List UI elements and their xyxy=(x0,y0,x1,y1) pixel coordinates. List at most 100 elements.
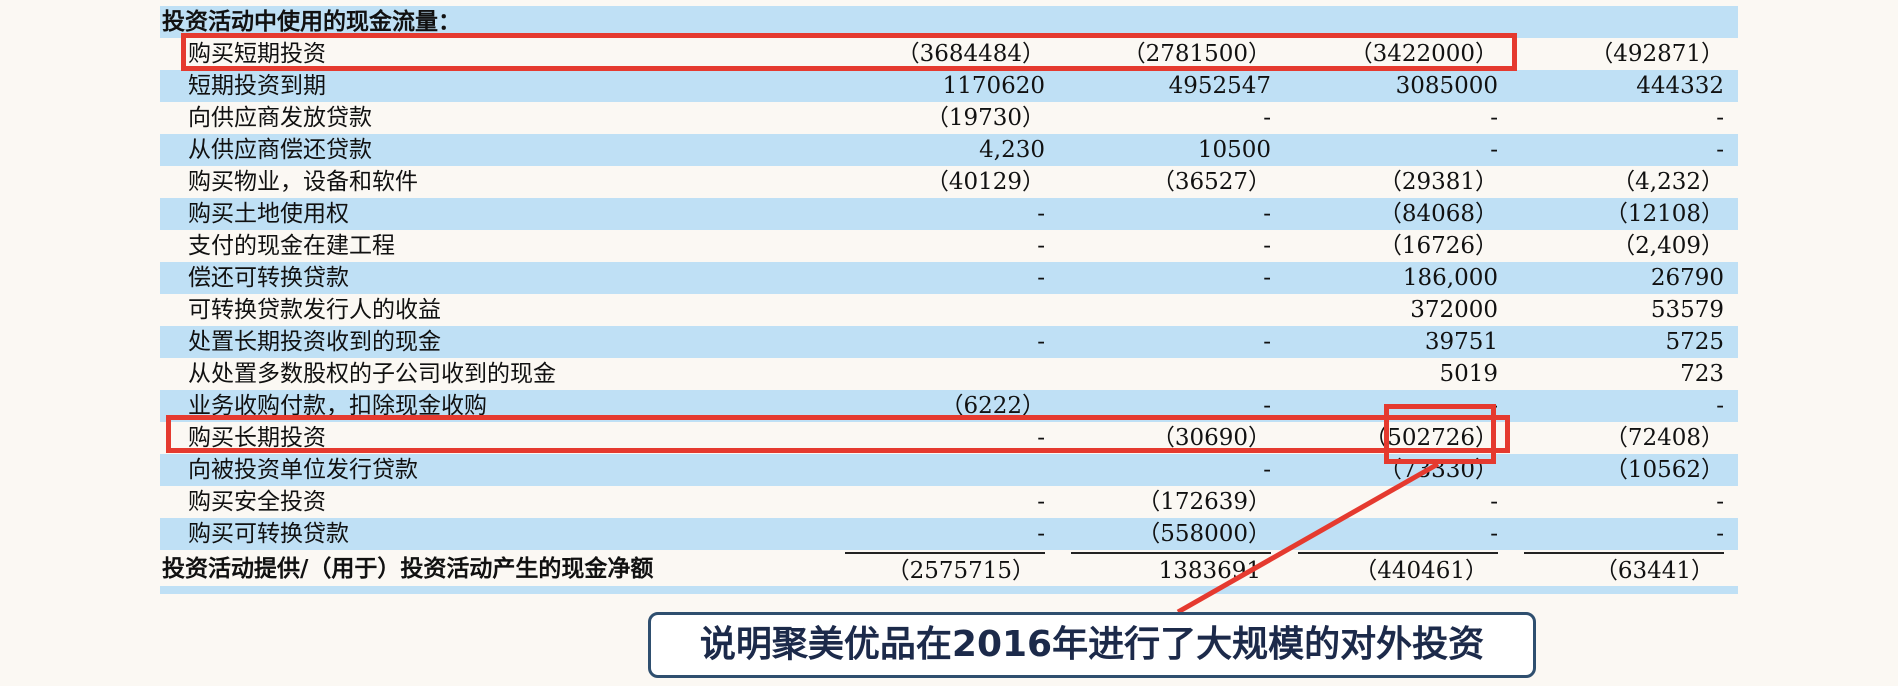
row-label: 从供应商偿还贷款 xyxy=(188,137,372,163)
cell-value: 5725 xyxy=(1665,329,1724,355)
total-label: 投资活动提供/（用于）投资活动产生的现金净额 xyxy=(162,555,654,582)
total-row: 投资活动提供/（用于）投资活动产生的现金净额 （2575715） 1383691… xyxy=(160,552,1738,586)
row-label: 支付的现金在建工程 xyxy=(188,233,395,259)
cell-value: （16726） xyxy=(1378,233,1498,259)
cell-value: （73330） xyxy=(1378,457,1498,483)
table-bottom-band xyxy=(160,586,1738,594)
table-row: 购买长期投资 - （30690） （502726） （72408） xyxy=(160,422,1738,454)
cell-value: - xyxy=(1037,521,1045,547)
row-label: 购买安全投资 xyxy=(188,489,326,515)
table-row: 从供应商偿还贷款 4,230 10500 - - xyxy=(160,134,1738,166)
cell-value: 444332 xyxy=(1636,73,1724,99)
row-label: 向被投资单位发行贷款 xyxy=(188,457,418,483)
cell-value: （2,409） xyxy=(1612,233,1724,259)
cell-value: 39751 xyxy=(1424,329,1498,355)
row-label: 短期投资到期 xyxy=(188,73,326,99)
cell-value: （40129） xyxy=(925,169,1045,195)
cell-value: （10562） xyxy=(1604,457,1724,483)
table-row: 购买安全投资 - （172639） - - xyxy=(160,486,1738,518)
cell-value: （2781500） xyxy=(1122,41,1271,67)
row-label: 可转换贷款发行人的收益 xyxy=(188,297,441,323)
cell-value: - xyxy=(1263,265,1271,291)
cell-value: - xyxy=(1037,233,1045,259)
cell-value: （29381） xyxy=(1378,169,1498,195)
cell-value: （558000） xyxy=(1137,521,1271,547)
cell-value: - xyxy=(1263,233,1271,259)
table-row: 短期投资到期 1170620 4952547 3085000 444332 xyxy=(160,70,1738,102)
cell-value: （19730） xyxy=(925,105,1045,131)
cell-value: （36527） xyxy=(1151,169,1271,195)
row-label: 偿还可转换贷款 xyxy=(188,265,349,291)
cell-value: - xyxy=(1490,489,1498,515)
cell-value: 723 xyxy=(1680,361,1724,387)
cell-value: 1170620 xyxy=(942,73,1045,99)
cell-value: - xyxy=(1037,265,1045,291)
cell-value: - xyxy=(1263,201,1271,227)
total-value: 1383691 xyxy=(1071,552,1271,588)
cash-flow-table: 投资活动中使用的现金流量： 购买短期投资 （3684484） （2781500）… xyxy=(160,6,1738,594)
cell-value: - xyxy=(1490,105,1498,131)
row-label: 购买物业，设备和软件 xyxy=(188,169,418,195)
cell-value: - xyxy=(1037,201,1045,227)
cell-value: - xyxy=(1263,329,1271,355)
cell-value: （30690） xyxy=(1151,425,1271,451)
table-row: 处置长期投资收到的现金 - - 39751 5725 xyxy=(160,326,1738,358)
cell-value: - xyxy=(1716,393,1724,419)
cell-value: - xyxy=(1716,489,1724,515)
cell-value: - xyxy=(1490,393,1498,419)
cell-value: 5019 xyxy=(1439,361,1498,387)
cell-value: - xyxy=(1263,457,1271,483)
cell-value: 372000 xyxy=(1410,297,1498,323)
cell-value: 10500 xyxy=(1197,137,1271,163)
annotation-caption: 说明聚美优品在2016年进行了大规模的对外投资 xyxy=(648,612,1536,678)
total-value: （440461） xyxy=(1298,552,1498,588)
section-header: 投资活动中使用的现金流量： xyxy=(162,8,461,35)
table-row: 向被投资单位发行贷款 - （73330） （10562） xyxy=(160,454,1738,486)
cell-value: 186,000 xyxy=(1402,265,1498,291)
row-label: 业务收购付款，扣除现金收购 xyxy=(188,393,487,419)
cell-value: 26790 xyxy=(1650,265,1724,291)
cell-value: - xyxy=(1716,521,1724,547)
cell-value: 4952547 xyxy=(1168,73,1271,99)
table-row: 从处置多数股权的子公司收到的现金 5019 723 xyxy=(160,358,1738,390)
table-row: 支付的现金在建工程 - - （16726） （2,409） xyxy=(160,230,1738,262)
cell-value: - xyxy=(1263,105,1271,131)
cell-value: 4,230 xyxy=(979,137,1045,163)
row-label: 购买土地使用权 xyxy=(188,201,349,227)
cell-value: （3422000） xyxy=(1349,41,1498,67)
row-label: 向供应商发放贷款 xyxy=(188,105,372,131)
cell-value: - xyxy=(1263,393,1271,419)
cell-value: - xyxy=(1037,329,1045,355)
cell-value: （72408） xyxy=(1604,425,1724,451)
row-label: 购买可转换贷款 xyxy=(188,521,349,547)
section-header-row: 投资活动中使用的现金流量： xyxy=(160,6,1738,38)
cell-value: （12108） xyxy=(1604,201,1724,227)
total-value: （2575715） xyxy=(845,552,1045,588)
table-row: 可转换贷款发行人的收益 372000 53579 xyxy=(160,294,1738,326)
row-label: 购买长期投资 xyxy=(188,425,326,451)
table-row: 业务收购付款，扣除现金收购 （6222） - - - xyxy=(160,390,1738,422)
cell-value: （4,232） xyxy=(1612,169,1724,195)
cell-value: - xyxy=(1716,137,1724,163)
table-row: 购买土地使用权 - - （84068） （12108） xyxy=(160,198,1738,230)
cell-value: - xyxy=(1490,137,1498,163)
total-value: （63441） xyxy=(1524,552,1724,588)
table-row: 购买物业，设备和软件 （40129） （36527） （29381） （4,23… xyxy=(160,166,1738,198)
table-row: 购买短期投资 （3684484） （2781500） （3422000） （49… xyxy=(160,38,1738,70)
table-row: 购买可转换贷款 - （558000） - - xyxy=(160,518,1738,550)
cell-value: - xyxy=(1037,489,1045,515)
cell-value: - xyxy=(1716,105,1724,131)
cell-value: - xyxy=(1490,521,1498,547)
row-label: 购买短期投资 xyxy=(188,41,326,67)
cell-value: （3684484） xyxy=(896,41,1045,67)
cell-value: - xyxy=(1037,425,1045,451)
cell-value: 53579 xyxy=(1650,297,1724,323)
cell-value: 3085000 xyxy=(1395,73,1498,99)
row-label: 从处置多数股权的子公司收到的现金 xyxy=(188,361,556,387)
table-row: 向供应商发放贷款 （19730） - - - xyxy=(160,102,1738,134)
cell-value: （502726） xyxy=(1364,425,1498,451)
cell-value: （84068） xyxy=(1378,201,1498,227)
cell-value: （492871） xyxy=(1590,41,1724,67)
row-label: 处置长期投资收到的现金 xyxy=(188,329,441,355)
cell-value: （172639） xyxy=(1137,489,1271,515)
